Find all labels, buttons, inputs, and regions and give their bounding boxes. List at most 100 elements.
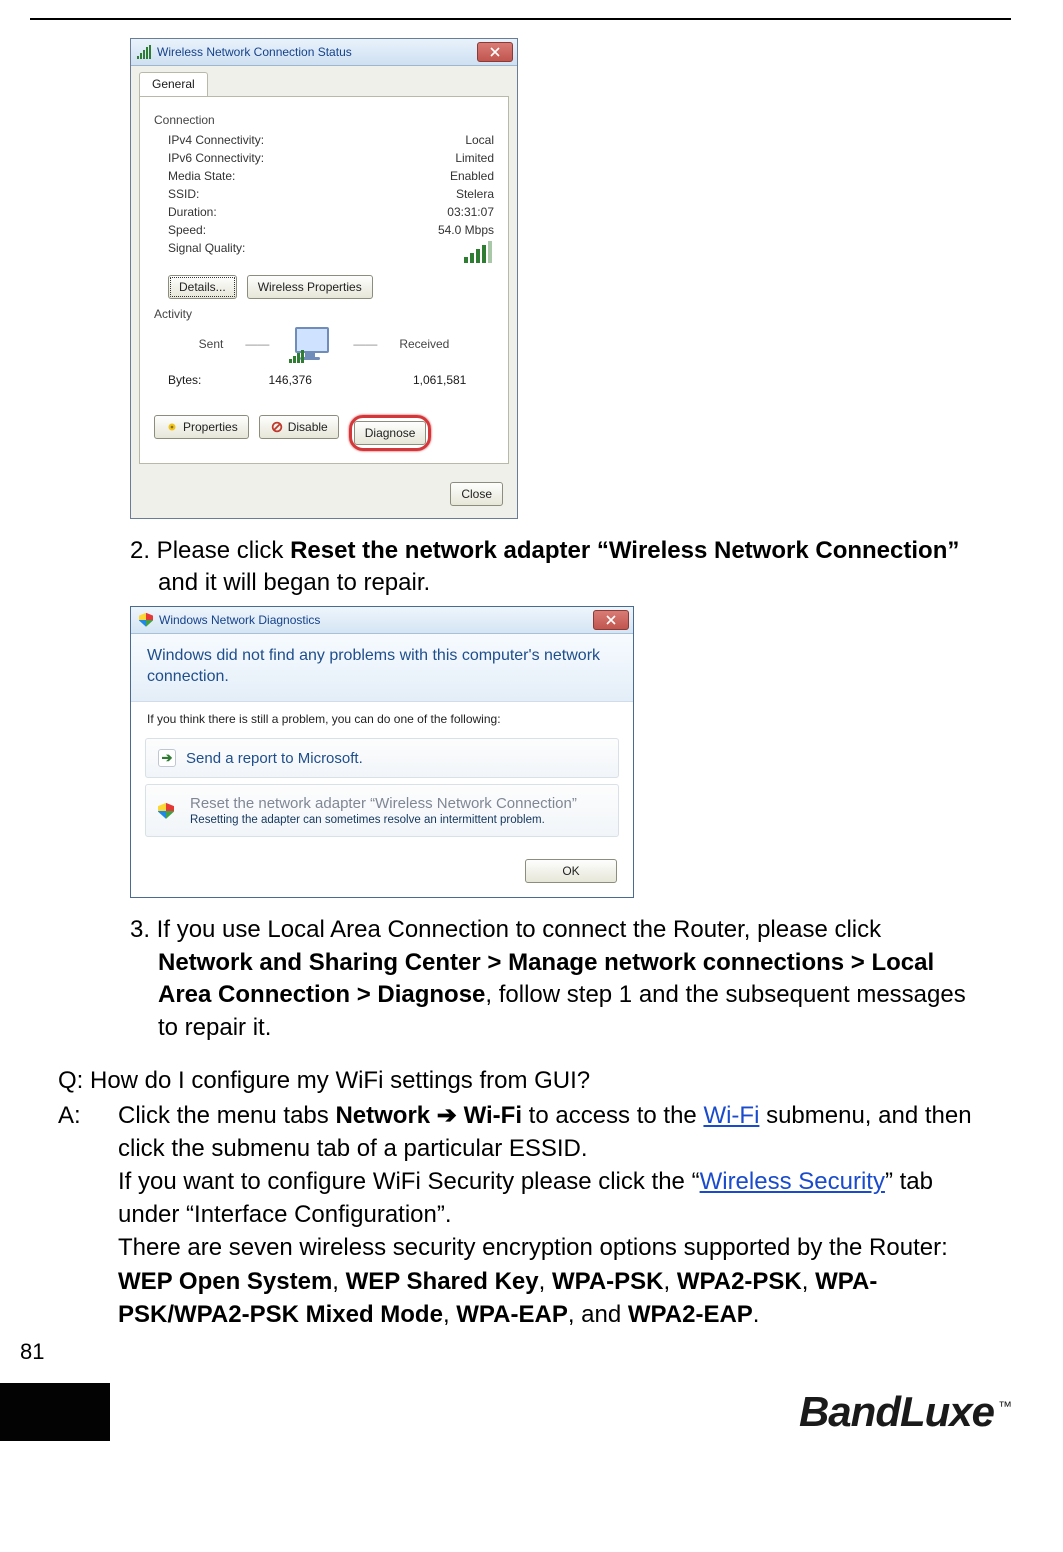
text: , (539, 1268, 552, 1295)
text: There are seven wireless security encryp… (118, 1234, 948, 1261)
shield-icon (139, 613, 153, 627)
answer-body: Click the menu tabs Network ➔ Wi-Fi to a… (118, 1099, 981, 1331)
details-button[interactable]: Details... (168, 275, 237, 299)
option-reset-adapter[interactable]: Reset the network adapter “Wireless Netw… (145, 784, 619, 837)
label: Duration: (168, 205, 217, 219)
label: IPv4 Connectivity: (168, 133, 264, 147)
sent-label: Sent (199, 337, 224, 351)
close-button[interactable] (593, 610, 629, 630)
wireless-properties-button[interactable]: Wireless Properties (247, 275, 373, 299)
brand-logo: BandLuxe™ (799, 1388, 1011, 1436)
disable-button[interactable]: Disable (259, 415, 339, 439)
row-speed: Speed: 54.0 Mbps (154, 221, 494, 239)
dash: —— (353, 337, 377, 351)
text: , (802, 1268, 815, 1295)
value: Local (465, 133, 494, 147)
label: Media State: (168, 169, 235, 183)
value: Enabled (450, 169, 494, 183)
value: Limited (455, 151, 494, 165)
activity-visual: Sent —— —— Received (154, 327, 494, 361)
trademark-symbol: ™ (998, 1398, 1011, 1414)
qa-block: Q: How do I configure my WiFi settings f… (58, 1064, 981, 1331)
value: Stelera (456, 187, 494, 201)
text: , and (568, 1301, 628, 1328)
text-bold: WEP Shared Key (346, 1268, 539, 1295)
label: IPv6 Connectivity: (168, 151, 264, 165)
text: 2. Please click (130, 537, 290, 564)
ok-button[interactable]: OK (525, 859, 617, 883)
dialog-wireless-status: Wireless Network Connection Status Gener… (130, 38, 518, 519)
received-label: Received (399, 337, 449, 351)
option-title: Send a report to Microsoft. (186, 750, 363, 767)
tab-general[interactable]: General (139, 72, 208, 96)
banner: Windows did not find any problems with t… (131, 634, 633, 703)
dialog-network-diagnostics: Windows Network Diagnostics Windows did … (130, 606, 634, 899)
arrow-icon: ➔ (158, 749, 176, 767)
text-bold: WPA-PSK (552, 1268, 664, 1295)
text: If you want to configure WiFi Security p… (118, 1168, 700, 1195)
button-label: OK (562, 864, 579, 878)
text-bold: WPA2-EAP (628, 1301, 753, 1328)
row-signal-quality: Signal Quality: (154, 239, 494, 265)
text: . (753, 1301, 760, 1328)
signal-strength-icon (464, 241, 494, 263)
banner-line1: Windows did not find any problems with t… (147, 646, 617, 667)
text: Click the menu tabs (118, 1102, 335, 1129)
group-connection-label: Connection (154, 113, 494, 127)
text-bold: Network ➔ Wi-Fi (335, 1102, 522, 1129)
titlebar: Wireless Network Connection Status (131, 39, 517, 66)
link-wifi[interactable]: Wi-Fi (703, 1102, 759, 1129)
row-ipv6: IPv6 Connectivity: Limited (154, 149, 494, 167)
banner-line2: connection. (147, 667, 617, 688)
row-media-state: Media State: Enabled (154, 167, 494, 185)
highlight-ring: Diagnose (349, 415, 432, 451)
button-label: Close (461, 487, 492, 501)
text-bold: WPA2-PSK (677, 1268, 802, 1295)
computer-icon (291, 327, 331, 361)
answer-label: A: (58, 1099, 118, 1331)
button-label: Properties (183, 420, 238, 434)
dash: —— (245, 337, 269, 351)
hint-text: If you think there is still a problem, y… (131, 702, 633, 732)
window-title: Wireless Network Connection Status (157, 45, 477, 59)
option-subtext: Resetting the adapter can sometimes reso… (190, 814, 577, 826)
disable-icon (270, 420, 284, 434)
page-top-rule (30, 18, 1011, 20)
text-bold: WEP Open System (118, 1268, 332, 1295)
close-button[interactable] (477, 42, 513, 62)
text: , (443, 1301, 456, 1328)
button-label: Diagnose (365, 426, 416, 440)
close-button[interactable]: Close (450, 482, 503, 506)
row-duration: Duration: 03:31:07 (154, 203, 494, 221)
brand-text: BandLuxe (799, 1388, 994, 1435)
gear-icon (165, 420, 179, 434)
row-ssid: SSID: Stelera (154, 185, 494, 203)
question: Q: How do I configure my WiFi settings f… (58, 1064, 981, 1097)
shield-icon (158, 803, 174, 819)
text: to access to the (522, 1102, 703, 1129)
text-bold: WPA-EAP (456, 1301, 568, 1328)
brand-footer: BandLuxe™ (0, 1383, 1063, 1441)
bytes-received: 1,061,581 (385, 373, 494, 387)
value: 54.0 Mbps (438, 223, 494, 237)
text-bold: Reset the network adapter “Wireless Netw… (290, 537, 959, 564)
window-title: Windows Network Diagnostics (159, 613, 593, 627)
titlebar: Windows Network Diagnostics (131, 607, 633, 634)
properties-button[interactable]: Properties (154, 415, 249, 439)
link-wireless-security[interactable]: Wireless Security (700, 1168, 885, 1195)
value: 03:31:07 (447, 205, 494, 219)
text: , (332, 1268, 345, 1295)
step-2-text: 2. Please click Reset the network adapte… (130, 535, 981, 600)
option-title: Reset the network adapter “Wireless Netw… (190, 795, 577, 812)
text: , (664, 1268, 677, 1295)
diagnose-button[interactable]: Diagnose (354, 421, 427, 445)
text: and it will began to repair. (158, 569, 430, 596)
button-label: Disable (288, 420, 328, 434)
step-3-text: 3. If you use Local Area Connection to c… (130, 914, 981, 1044)
label: Speed: (168, 223, 206, 237)
label: SSID: (168, 187, 199, 201)
group-activity-label: Activity (154, 307, 494, 321)
page-number: 81 (20, 1339, 44, 1365)
signal-icon (137, 45, 151, 59)
option-send-report[interactable]: ➔ Send a report to Microsoft. (145, 738, 619, 778)
